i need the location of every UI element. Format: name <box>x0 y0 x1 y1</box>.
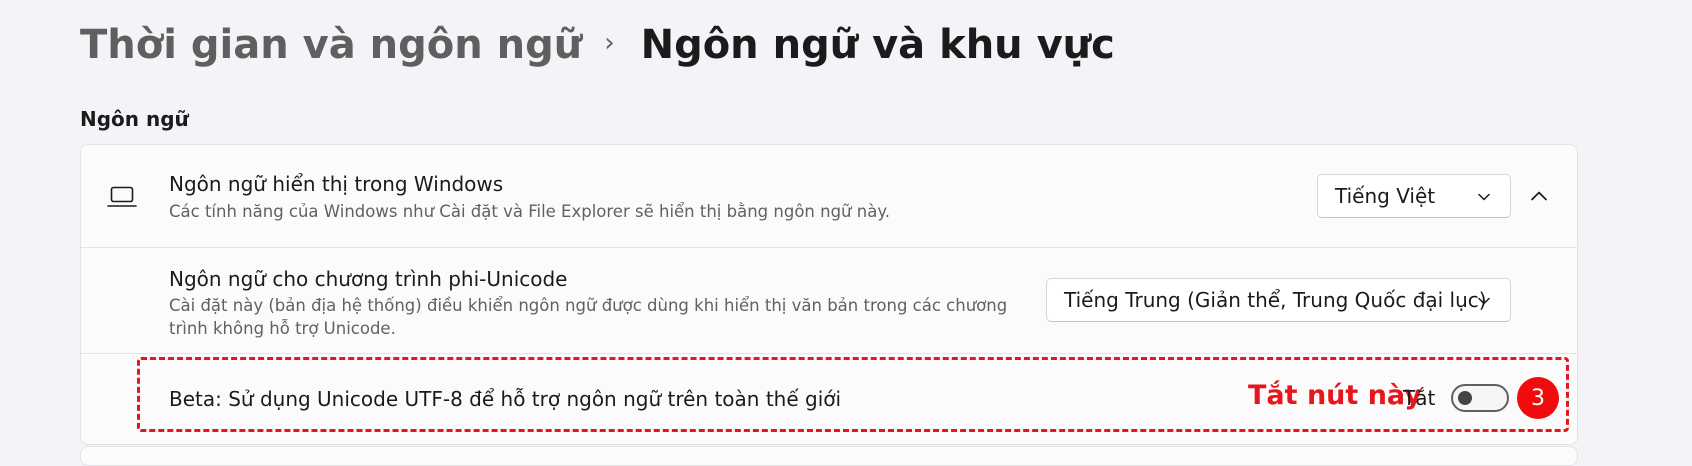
non-unicode-card: Ngôn ngữ cho chương trình phi-Unicode Cà… <box>80 247 1578 354</box>
non-unicode-title: Ngôn ngữ cho chương trình phi-Unicode <box>169 267 568 291</box>
display-language-description: Các tính năng của Windows như Cài đặt và… <box>169 202 890 221</box>
breadcrumb: Thời gian và ngôn ngữ › Ngôn ngữ và khu … <box>80 22 1115 68</box>
section-title-language: Ngôn ngữ <box>80 107 189 131</box>
page-title: Ngôn ngữ và khu vực <box>640 22 1115 68</box>
breadcrumb-parent-link[interactable]: Thời gian và ngôn ngữ <box>80 22 582 68</box>
non-unicode-description-line-2: trình không hỗ trợ Unicode. <box>169 319 396 338</box>
chevron-down-icon <box>1478 193 1490 201</box>
non-unicode-description: Cài đặt này (bản địa hệ thống) điều khiể… <box>169 294 1007 340</box>
laptop-icon <box>107 186 137 207</box>
breadcrumb-separator-icon: › <box>604 28 615 58</box>
beta-utf8-toggle[interactable] <box>1451 384 1509 412</box>
toggle-knob <box>1458 391 1472 405</box>
chevron-up-icon[interactable] <box>1528 185 1550 207</box>
next-card <box>80 446 1578 466</box>
display-language-selected: Tiếng Việt <box>1335 184 1436 208</box>
display-language-title: Ngôn ngữ hiển thị trong Windows <box>169 172 504 196</box>
display-language-card[interactable]: Ngôn ngữ hiển thị trong Windows Các tính… <box>80 144 1578 248</box>
non-unicode-description-line-1: Cài đặt này (bản địa hệ thống) điều khiể… <box>169 296 1008 315</box>
beta-utf8-toggle-label: Tắt <box>1403 386 1436 410</box>
non-unicode-dropdown[interactable]: Tiếng Trung (Giản thể, Trung Quốc đại lụ… <box>1046 278 1511 322</box>
step-number-badge: 3 <box>1517 377 1559 419</box>
display-language-dropdown[interactable]: Tiếng Việt <box>1317 174 1511 218</box>
chevron-down-icon <box>1478 297 1490 305</box>
non-unicode-selected: Tiếng Trung (Giản thể, Trung Quốc đại lụ… <box>1064 288 1487 312</box>
annotation-text: Tắt nút này <box>1248 380 1422 411</box>
